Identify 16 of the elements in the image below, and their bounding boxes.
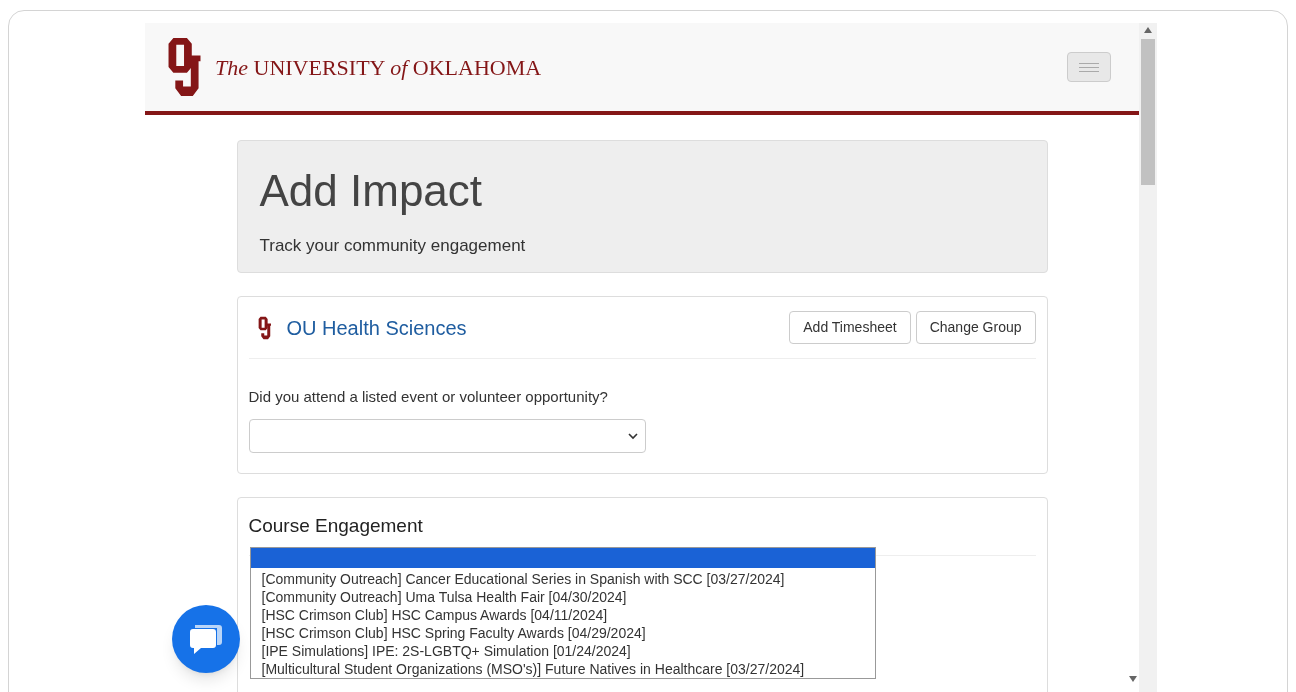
group-name: OU Health Sciences [286,315,467,341]
menu-button[interactable] [1067,52,1111,82]
chat-bubble-icon [189,623,223,655]
page-subtitle: Track your community engagement [259,235,527,257]
page-title: Add Impact [259,167,484,215]
university-logo-icon [256,315,273,340]
scroll-up-icon[interactable] [1144,27,1152,33]
group-action-button[interactable]: Add Timesheet [789,311,911,344]
scrollbar-thumb[interactable] [1141,39,1155,185]
course-engagement-heading: Course Engagement [248,513,423,538]
university-wordmark: The UNIVERSITY of OKLAHOMA [215,53,542,82]
event-question: Did you attend a listed event or volunteer opportunity? [248,387,609,407]
group-action-button[interactable]: Change Group [915,311,1036,344]
scroll-down-icon[interactable] [1129,676,1137,682]
dropdown-option[interactable] [250,548,875,568]
event-select[interactable] [248,418,646,453]
